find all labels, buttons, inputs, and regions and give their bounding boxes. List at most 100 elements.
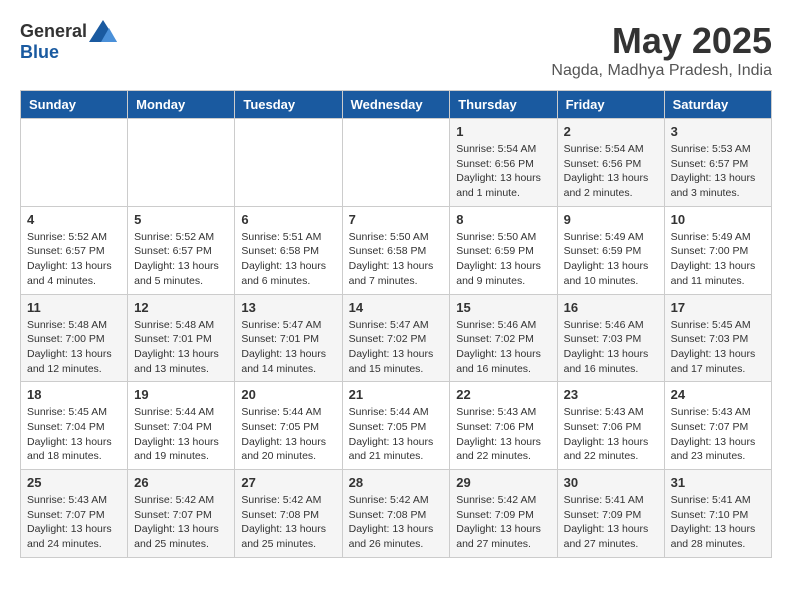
calendar-week-3: 11 Sunrise: 5:48 AM Sunset: 7:00 PM Dayli… [21,294,772,382]
day-info: Sunrise: 5:52 AM Sunset: 6:57 PM Dayligh… [134,230,228,289]
calendar-cell: 28Sunrise: 5:42 AM Sunset: 7:08 PM Dayli… [342,470,450,558]
calendar-cell: 3 Sunrise: 5:53 AM Sunset: 6:57 PM Daylig… [664,119,771,207]
calendar-week-1: 1 Sunrise: 5:54 AM Sunset: 6:56 PM Daylig… [21,119,772,207]
day-number: 3 [671,124,765,139]
logo-general-text: General [20,21,87,42]
calendar-cell: 31 Sunrise: 5:41 AM Sunset: 7:10 PM Dayli… [664,470,771,558]
calendar-cell: 29Sunrise: 5:42 AM Sunset: 7:09 PM Dayli… [450,470,557,558]
logo: General Blue [20,20,117,63]
day-number: 12 [134,300,228,315]
weekday-header-saturday: Saturday [664,91,771,119]
day-info: Sunrise: 5:43 AM Sunset: 7:06 PM Dayligh… [564,405,658,464]
weekday-header-wednesday: Wednesday [342,91,450,119]
day-info: Sunrise: 5:42 AM Sunset: 7:08 PM Dayligh… [241,493,335,552]
calendar-cell: 25 Sunrise: 5:43 AM Sunset: 7:07 PM Dayli… [21,470,128,558]
calendar-cell: 7 Sunrise: 5:50 AM Sunset: 6:58 PM Daylig… [342,206,450,294]
day-info: Sunrise: 5:43 AM Sunset: 7:06 PM Dayligh… [456,405,550,464]
day-info: Sunrise: 5:48 AM Sunset: 7:01 PM Dayligh… [134,318,228,377]
day-info: Sunrise: 5:51 AM Sunset: 6:58 PM Dayligh… [241,230,335,289]
day-info: Sunrise: 5:49 AM Sunset: 7:00 PM Dayligh… [671,230,765,289]
calendar-cell: 13Sunrise: 5:47 AM Sunset: 7:01 PM Dayli… [235,294,342,382]
calendar-cell: 16 Sunrise: 5:46 AM Sunset: 7:03 PM Dayli… [557,294,664,382]
day-number: 6 [241,212,335,227]
calendar-cell: 19Sunrise: 5:44 AM Sunset: 7:04 PM Dayli… [128,382,235,470]
logo-icon [89,20,117,42]
day-info: Sunrise: 5:42 AM Sunset: 7:08 PM Dayligh… [349,493,444,552]
calendar-cell: 10Sunrise: 5:49 AM Sunset: 7:00 PM Dayli… [664,206,771,294]
day-number: 27 [241,475,335,490]
weekday-header-tuesday: Tuesday [235,91,342,119]
day-info: Sunrise: 5:44 AM Sunset: 7:05 PM Dayligh… [349,405,444,464]
day-number: 8 [456,212,550,227]
day-number: 31 [671,475,765,490]
day-info: Sunrise: 5:42 AM Sunset: 7:07 PM Dayligh… [134,493,228,552]
calendar-week-5: 25 Sunrise: 5:43 AM Sunset: 7:07 PM Dayli… [21,470,772,558]
day-info: Sunrise: 5:53 AM Sunset: 6:57 PM Dayligh… [671,142,765,201]
calendar-cell: 22Sunrise: 5:43 AM Sunset: 7:06 PM Dayli… [450,382,557,470]
day-number: 18 [27,387,121,402]
calendar-cell: 14 Sunrise: 5:47 AM Sunset: 7:02 PM Dayli… [342,294,450,382]
day-info: Sunrise: 5:45 AM Sunset: 7:04 PM Dayligh… [27,405,121,464]
day-number: 7 [349,212,444,227]
weekday-header-thursday: Thursday [450,91,557,119]
day-number: 23 [564,387,658,402]
calendar-cell [342,119,450,207]
day-info: Sunrise: 5:49 AM Sunset: 6:59 PM Dayligh… [564,230,658,289]
page-header: General Blue May 2025 Nagda, Madhya Prad… [20,20,772,80]
day-number: 2 [564,124,658,139]
logo-blue-text: Blue [20,42,59,63]
calendar-cell [235,119,342,207]
calendar-cell: 27 Sunrise: 5:42 AM Sunset: 7:08 PM Dayli… [235,470,342,558]
day-info: Sunrise: 5:47 AM Sunset: 7:02 PM Dayligh… [349,318,444,377]
day-number: 21 [349,387,444,402]
day-number: 30 [564,475,658,490]
day-info: Sunrise: 5:50 AM Sunset: 6:58 PM Dayligh… [349,230,444,289]
weekday-header-sunday: Sunday [21,91,128,119]
day-info: Sunrise: 5:43 AM Sunset: 7:07 PM Dayligh… [671,405,765,464]
day-info: Sunrise: 5:41 AM Sunset: 7:09 PM Dayligh… [564,493,658,552]
day-number: 15 [456,300,550,315]
day-info: Sunrise: 5:46 AM Sunset: 7:03 PM Dayligh… [564,318,658,377]
calendar-cell: 2 Sunrise: 5:54 AM Sunset: 6:56 PM Daylig… [557,119,664,207]
day-number: 16 [564,300,658,315]
day-info: Sunrise: 5:41 AM Sunset: 7:10 PM Dayligh… [671,493,765,552]
day-info: Sunrise: 5:48 AM Sunset: 7:00 PM Dayligh… [27,318,121,377]
calendar-cell: 11 Sunrise: 5:48 AM Sunset: 7:00 PM Dayli… [21,294,128,382]
calendar-cell: 18 Sunrise: 5:45 AM Sunset: 7:04 PM Dayli… [21,382,128,470]
day-number: 14 [349,300,444,315]
calendar-cell [21,119,128,207]
day-number: 1 [456,124,550,139]
calendar-cell: 6 Sunrise: 5:51 AM Sunset: 6:58 PM Daylig… [235,206,342,294]
calendar-week-4: 18 Sunrise: 5:45 AM Sunset: 7:04 PM Dayli… [21,382,772,470]
day-info: Sunrise: 5:43 AM Sunset: 7:07 PM Dayligh… [27,493,121,552]
day-number: 11 [27,300,121,315]
day-number: 5 [134,212,228,227]
calendar-cell: 8 Sunrise: 5:50 AM Sunset: 6:59 PM Daylig… [450,206,557,294]
day-info: Sunrise: 5:44 AM Sunset: 7:04 PM Dayligh… [134,405,228,464]
calendar-cell: 17Sunrise: 5:45 AM Sunset: 7:03 PM Dayli… [664,294,771,382]
day-number: 17 [671,300,765,315]
day-number: 24 [671,387,765,402]
month-title: May 2025 [551,20,772,62]
day-info: Sunrise: 5:46 AM Sunset: 7:02 PM Dayligh… [456,318,550,377]
calendar-cell: 21 Sunrise: 5:44 AM Sunset: 7:05 PM Dayli… [342,382,450,470]
day-number: 25 [27,475,121,490]
day-info: Sunrise: 5:42 AM Sunset: 7:09 PM Dayligh… [456,493,550,552]
day-number: 20 [241,387,335,402]
calendar-table: SundayMondayTuesdayWednesdayThursdayFrid… [20,90,772,558]
calendar-cell: 23 Sunrise: 5:43 AM Sunset: 7:06 PM Dayli… [557,382,664,470]
day-info: Sunrise: 5:54 AM Sunset: 6:56 PM Dayligh… [456,142,550,201]
calendar-cell: 20 Sunrise: 5:44 AM Sunset: 7:05 PM Dayli… [235,382,342,470]
calendar-cell: 30 Sunrise: 5:41 AM Sunset: 7:09 PM Dayli… [557,470,664,558]
title-area: May 2025 Nagda, Madhya Pradesh, India [551,20,772,80]
day-info: Sunrise: 5:54 AM Sunset: 6:56 PM Dayligh… [564,142,658,201]
weekday-header-monday: Monday [128,91,235,119]
calendar-cell: 12 Sunrise: 5:48 AM Sunset: 7:01 PM Dayli… [128,294,235,382]
calendar-cell [128,119,235,207]
day-info: Sunrise: 5:44 AM Sunset: 7:05 PM Dayligh… [241,405,335,464]
calendar-cell: 26Sunrise: 5:42 AM Sunset: 7:07 PM Dayli… [128,470,235,558]
day-number: 13 [241,300,335,315]
day-info: Sunrise: 5:50 AM Sunset: 6:59 PM Dayligh… [456,230,550,289]
weekday-header-friday: Friday [557,91,664,119]
day-number: 9 [564,212,658,227]
